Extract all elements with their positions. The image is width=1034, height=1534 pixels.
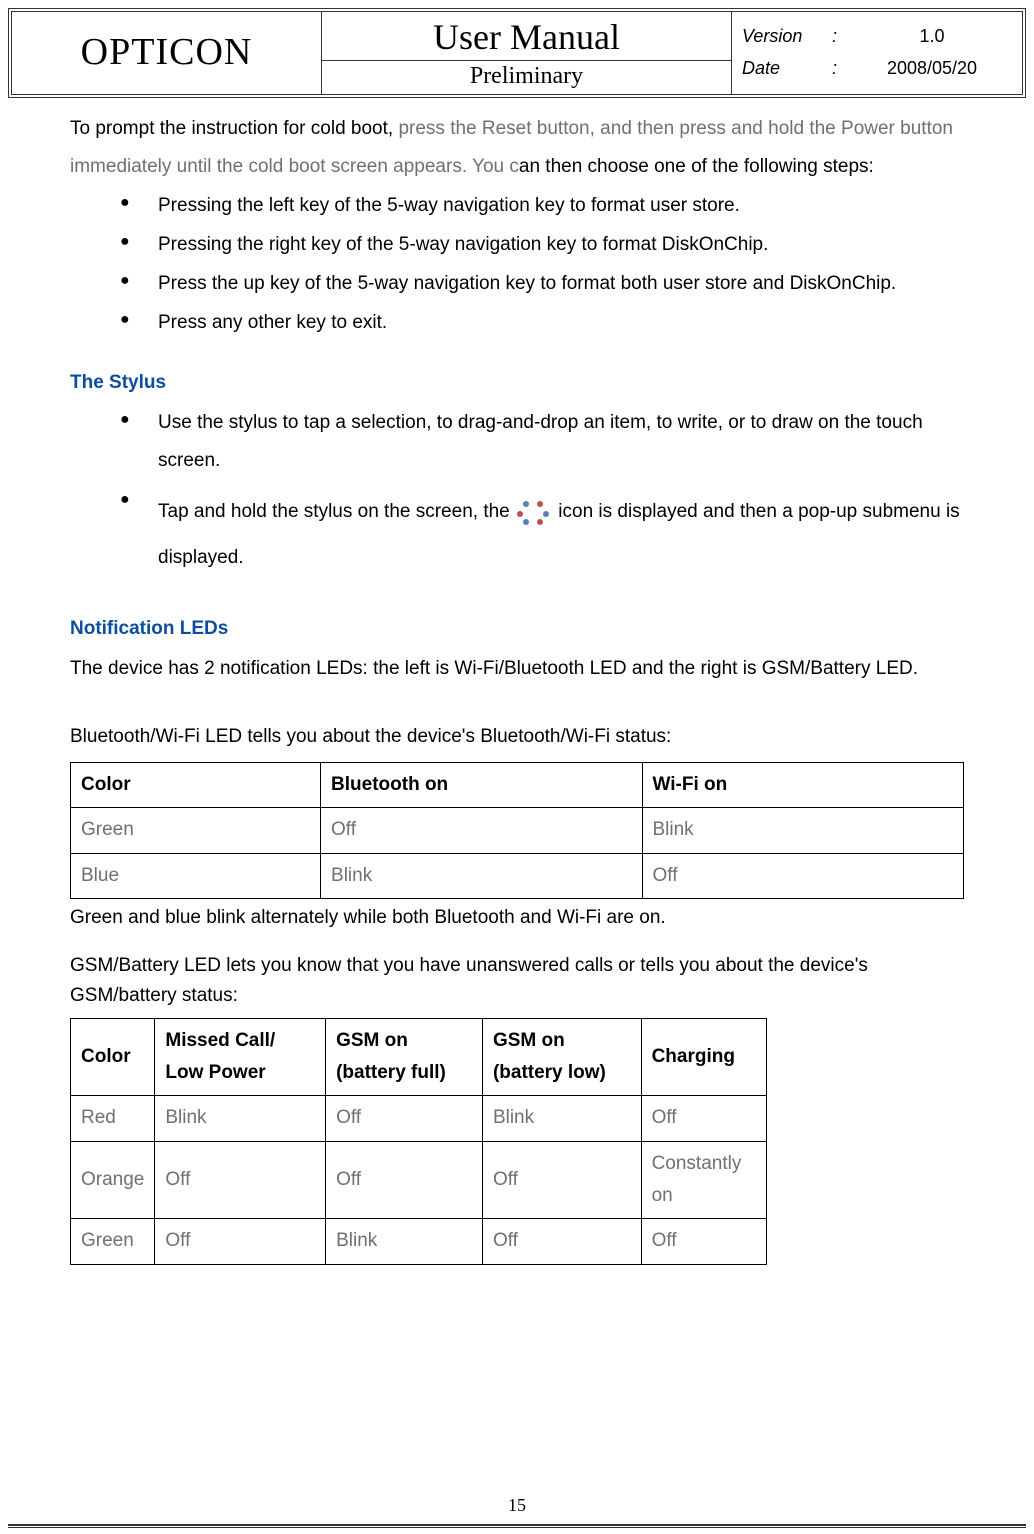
colon: : <box>832 52 852 84</box>
table-row: Color Bluetooth on Wi-Fi on <box>71 763 964 808</box>
cell: Orange <box>71 1141 155 1219</box>
doc-subtitle: Preliminary <box>322 61 731 94</box>
cell: Off <box>641 1096 767 1141</box>
version-label: Version <box>742 20 832 52</box>
bottom-rule <box>8 1524 1026 1528</box>
table-row: Green Off Blink <box>71 808 964 853</box>
list-item: Press any other key to exit. <box>120 304 964 342</box>
page-header: OPTICON User Manual Preliminary Version … <box>8 8 1026 98</box>
cell: Off <box>155 1141 326 1219</box>
th-bluetooth-on: Bluetooth on <box>321 763 642 808</box>
th-charging: Charging <box>641 1018 767 1096</box>
cell: Blue <box>71 853 321 898</box>
cell: Off <box>321 808 642 853</box>
cell: Off <box>642 853 964 898</box>
list-item: Pressing the left key of the 5-way navig… <box>120 187 964 225</box>
cell: Off <box>326 1141 483 1219</box>
cell: Blink <box>482 1096 641 1141</box>
date-value: 2008/05/20 <box>852 52 1012 84</box>
coldboot-steps-list: Pressing the left key of the 5-way navig… <box>70 187 964 342</box>
bluetooth-wifi-led-table: Color Bluetooth on Wi-Fi on Green Off Bl… <box>70 762 964 899</box>
cell: Off <box>482 1219 641 1264</box>
page-number: 15 <box>0 1495 1034 1516</box>
brand-name: OPTICON <box>12 12 322 94</box>
th-missed-lowpower: Missed Call/ Low Power <box>155 1018 326 1096</box>
doc-title: User Manual <box>322 12 731 61</box>
list-item: Pressing the right key of the 5-way navi… <box>120 226 964 264</box>
cell: Off <box>155 1219 326 1264</box>
th-gsm-low: GSM on (battery low) <box>482 1018 641 1096</box>
gsm-battery-led-table: Color Missed Call/ Low Power GSM on (bat… <box>70 1018 767 1265</box>
list-item: Press the up key of the 5-way navigation… <box>120 265 964 303</box>
cell: Constantly on <box>641 1141 767 1219</box>
table-row: Orange Off Off Off Constantly on <box>71 1141 767 1219</box>
stylus-heading: The Stylus <box>70 364 964 402</box>
table-row: Green Off Blink Off Off <box>71 1219 767 1264</box>
leds-intro: The device has 2 notification LEDs: the … <box>70 650 964 688</box>
header-center: User Manual Preliminary <box>322 12 732 94</box>
list-item: Use the stylus to tap a selection, to dr… <box>120 404 964 480</box>
th-wifi-on: Wi-Fi on <box>642 763 964 808</box>
table-row: Blue Blink Off <box>71 853 964 898</box>
th-gsm-full: GSM on (battery full) <box>326 1018 483 1096</box>
cell: Green <box>71 808 321 853</box>
intro-part1: To prompt the instruction for cold boot, <box>70 118 398 139</box>
cell: Off <box>482 1141 641 1219</box>
colon: : <box>832 20 852 52</box>
cell: Off <box>641 1219 767 1264</box>
table-row: Red Blink Off Blink Off <box>71 1096 767 1141</box>
header-meta: Version : 1.0 Date : 2008/05/20 <box>732 12 1022 94</box>
coldboot-intro: To prompt the instruction for cold boot,… <box>70 110 964 186</box>
cell: Blink <box>155 1096 326 1141</box>
date-label: Date <box>742 52 832 84</box>
intro-part3: an then choose one of the following step… <box>519 156 874 177</box>
cell: Blink <box>326 1219 483 1264</box>
cell: Green <box>71 1219 155 1264</box>
list-item: Tap and hold the stylus on the screen, t… <box>120 481 964 588</box>
cell: Off <box>326 1096 483 1141</box>
bt-led-intro: Bluetooth/Wi-Fi LED tells you about the … <box>70 718 964 756</box>
leds-heading: Notification LEDs <box>70 610 964 648</box>
cell: Blink <box>321 853 642 898</box>
version-value: 1.0 <box>852 20 1012 52</box>
stylus-list: Use the stylus to tap a selection, to dr… <box>70 404 964 588</box>
page-content: To prompt the instruction for cold boot,… <box>70 110 964 1265</box>
cell: Red <box>71 1096 155 1141</box>
bt-led-note: Green and blue blink alternately while b… <box>70 899 964 937</box>
stylus-bullet2a: Tap and hold the stylus on the screen, t… <box>158 501 515 522</box>
table-row: Color Missed Call/ Low Power GSM on (bat… <box>71 1018 767 1096</box>
cell: Blink <box>642 808 964 853</box>
gsm-led-intro: GSM/Battery LED lets you know that you h… <box>70 951 964 1012</box>
th-color: Color <box>71 1018 155 1096</box>
tap-hold-icon <box>517 499 551 525</box>
th-color: Color <box>71 763 321 808</box>
